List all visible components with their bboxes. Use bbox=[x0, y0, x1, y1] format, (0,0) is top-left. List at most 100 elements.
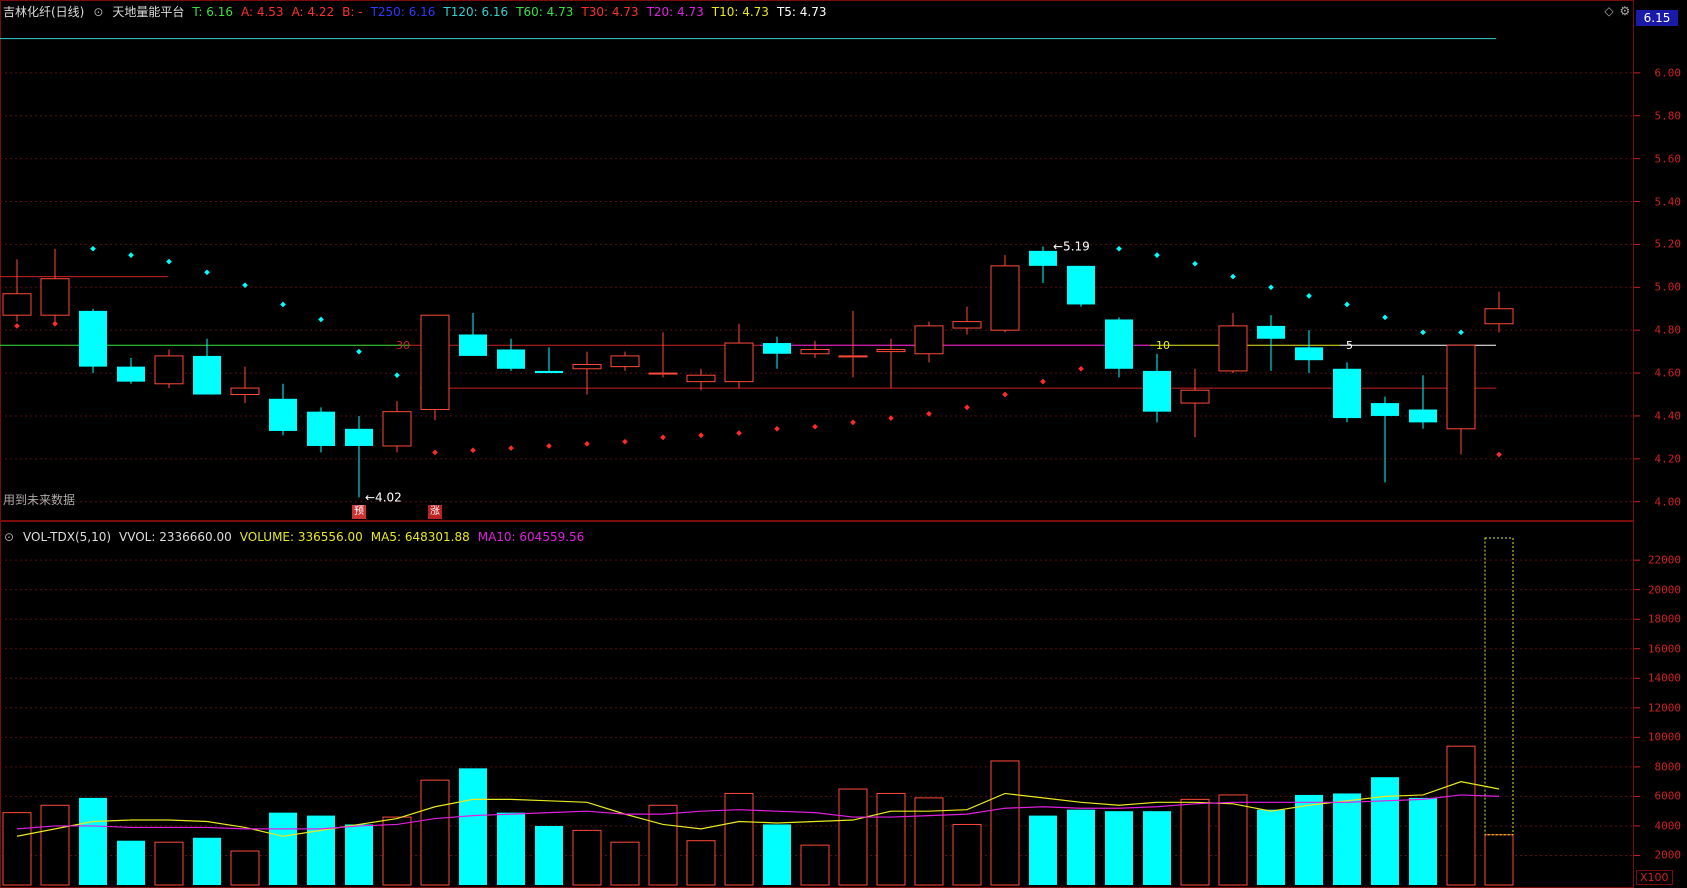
header-values: T: 6.16 A: 4.53 A: 4.22 B: - T250: 6.16 T120:… bbox=[192, 1, 834, 23]
sar-dot bbox=[1306, 293, 1312, 299]
candle-body-down bbox=[345, 428, 373, 446]
level-5-label: 5 bbox=[1346, 339, 1353, 352]
volume-bar-up bbox=[382, 816, 412, 886]
price-tick-label: 5.20 bbox=[1654, 237, 1682, 251]
sar-dot bbox=[736, 430, 742, 436]
header-item-t30: T30: 4.73 bbox=[581, 5, 639, 19]
candle-body-down bbox=[1105, 319, 1133, 369]
ma5-value: MA5: 648301.88 bbox=[370, 530, 470, 544]
volume-bar-up bbox=[876, 792, 906, 886]
candle-body-up bbox=[1180, 389, 1210, 404]
volume-tick-label: 8000 bbox=[1654, 760, 1682, 774]
candle-body-down bbox=[459, 334, 487, 356]
volume-tick-label: 14000 bbox=[1647, 671, 1681, 685]
candle-body-up bbox=[420, 314, 450, 411]
candle-body-up bbox=[800, 348, 830, 355]
sar-dot bbox=[52, 320, 58, 327]
level-10-label: 10 bbox=[1156, 339, 1170, 352]
volume-bar-up bbox=[230, 850, 260, 886]
volume-bar-up bbox=[686, 840, 716, 886]
candle-body-up bbox=[838, 355, 868, 358]
volume-bar-down bbox=[193, 837, 221, 885]
signal-marker[interactable]: 涨 bbox=[428, 505, 442, 519]
sar-dot bbox=[1116, 245, 1122, 252]
volume-bar-down bbox=[1371, 777, 1399, 885]
sar-dot bbox=[14, 323, 20, 329]
header-item-t120: T120: 6.16 bbox=[443, 5, 509, 19]
stock-name[interactable]: 吉林化纤(日线) bbox=[3, 1, 84, 23]
header-item-t20: T20: 4.73 bbox=[646, 5, 704, 19]
sar-dot bbox=[470, 447, 476, 454]
sar-dot bbox=[888, 415, 894, 421]
sar-dot bbox=[546, 443, 552, 449]
future-data-note: 用到未来数据 bbox=[3, 493, 76, 507]
candle-body-down bbox=[1067, 265, 1095, 305]
candle-body-up bbox=[686, 374, 716, 383]
sar-dot bbox=[660, 434, 666, 441]
settings-circle-icon[interactable]: ⊙ bbox=[3, 526, 15, 548]
volume-bar-down bbox=[117, 840, 145, 885]
volume-bar-down bbox=[763, 824, 791, 885]
volume-tick-label: 16000 bbox=[1647, 642, 1681, 656]
volume-bar-up bbox=[40, 804, 70, 886]
candle-body-up bbox=[724, 342, 754, 383]
volume-bar-down bbox=[1333, 793, 1361, 885]
vvol-value: VVOL: 2336660.00 bbox=[119, 530, 232, 544]
volume-bar-down bbox=[1105, 811, 1133, 885]
volume-bar-down bbox=[1409, 797, 1437, 885]
candle-body-up bbox=[382, 411, 412, 447]
sar-dot bbox=[584, 440, 590, 447]
volume-bar-down bbox=[269, 812, 297, 885]
vol-indicator-name[interactable]: VOL-TDX(5,10) bbox=[23, 526, 111, 548]
volume-bar-up bbox=[838, 788, 868, 886]
sar-dot bbox=[1268, 284, 1274, 291]
sar-dot bbox=[698, 432, 704, 439]
signal-marker[interactable]: 预 bbox=[352, 505, 366, 519]
volume-bar-up bbox=[572, 829, 602, 886]
volume-tick-label: 12000 bbox=[1647, 701, 1681, 715]
volume-bar-down bbox=[307, 815, 335, 885]
price-tick-label: 4.80 bbox=[1654, 323, 1682, 337]
candle-body-down bbox=[1257, 325, 1285, 339]
volume-bar-up bbox=[648, 804, 678, 886]
price-header: 吉林化纤(日线) ⊙ 天地量能平台 T: 6.16 A: 4.53 A: 4.22 B… bbox=[0, 1, 842, 23]
candle-body-down bbox=[1409, 409, 1437, 423]
candle-body-up bbox=[876, 348, 906, 353]
sar-dot bbox=[1040, 378, 1046, 385]
sar-dot bbox=[508, 445, 514, 451]
candle-body-up bbox=[990, 265, 1020, 331]
sar-dot bbox=[356, 348, 362, 355]
candle-body-up bbox=[40, 278, 70, 316]
volume-bar-up bbox=[1218, 794, 1248, 886]
price-tick-label: 5.00 bbox=[1654, 280, 1682, 294]
volume-bar-down bbox=[1295, 794, 1323, 885]
volume-bar-down bbox=[459, 768, 487, 885]
candle-body-down bbox=[1371, 403, 1399, 416]
indicator-name[interactable]: 天地量能平台 bbox=[112, 1, 184, 23]
candle-body-down bbox=[79, 310, 107, 367]
price-tick-label: 4.20 bbox=[1654, 452, 1682, 466]
diamond-icon[interactable]: ◇ bbox=[1603, 4, 1615, 18]
current-price-tag: 6.15 bbox=[1636, 10, 1678, 26]
volume-bar-up bbox=[952, 823, 982, 886]
volume-tick-label: 4000 bbox=[1654, 819, 1682, 833]
candle-body-down bbox=[269, 398, 297, 431]
candle-body-down bbox=[497, 349, 525, 369]
volume-unit-label: X100 bbox=[1636, 870, 1673, 885]
header-item-t10: T10: 4.73 bbox=[711, 5, 769, 19]
gear-icon[interactable]: ⚙ bbox=[1619, 4, 1631, 18]
candle-body-up bbox=[230, 387, 260, 396]
candle-body-up bbox=[648, 372, 678, 375]
volume-tick-label: 6000 bbox=[1654, 789, 1682, 803]
candle-body-up bbox=[572, 363, 602, 370]
volume-tick-label: 18000 bbox=[1647, 612, 1681, 626]
sar-dot bbox=[1496, 451, 1502, 458]
volume-bar-down bbox=[1257, 809, 1285, 885]
price-tick-label: 4.00 bbox=[1654, 495, 1682, 509]
chart-canvas[interactable]: ←4.02 ←5.19 30 10 5 bbox=[0, 0, 1687, 888]
sar-dot bbox=[1344, 301, 1350, 308]
header-item-t60: T60: 4.73 bbox=[516, 5, 574, 19]
price-tick-label: 4.40 bbox=[1654, 409, 1682, 423]
settings-circle-icon[interactable]: ⊙ bbox=[92, 1, 104, 23]
candle-body-up bbox=[952, 321, 982, 329]
